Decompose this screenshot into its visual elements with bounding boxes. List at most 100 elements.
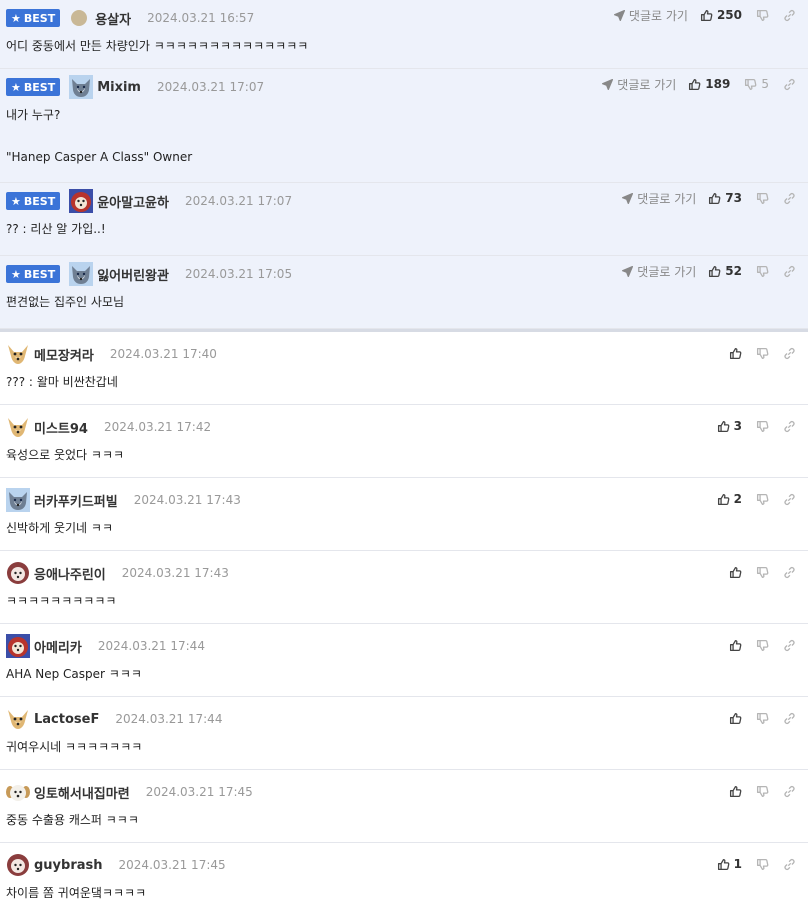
nickname[interactable]: 미스트94 [34, 418, 88, 437]
like-count: 2 [733, 492, 742, 506]
dislike-button[interactable] [756, 785, 769, 798]
send-icon [622, 265, 634, 277]
star-icon: ★ [11, 80, 21, 94]
comment-text: 귀여우시네 ㅋㅋㅋㅋㅋㅋㅋ [6, 740, 143, 754]
reply-link-label: 댓글로 가기 [637, 264, 697, 279]
comment: LactoseF 2024.03.21 17:44 귀여우시네 ㅋㅋㅋㅋㅋㅋㅋ [0, 697, 808, 770]
copy-link-button[interactable] [783, 712, 796, 725]
like-button[interactable]: 2 [717, 492, 742, 506]
nickname[interactable]: 러카푸키드퍼빌 [34, 491, 118, 510]
thumbs-up-icon [729, 639, 742, 651]
comment: 메모장켜라 2024.03.21 17:40 ??? : 왈마 비싼찬갑네 [0, 332, 808, 405]
link-icon [784, 420, 795, 432]
comment: 미스트94 2024.03.21 17:42 3 육성으로 웃었다 ㅋㅋㅋ [0, 405, 808, 478]
thumbs-up-icon [717, 493, 730, 505]
nickname[interactable]: guybrash [34, 858, 103, 873]
like-button[interactable] [729, 639, 742, 652]
comment-header: ★ BEST 잃어버린왕관 2024.03.21 17:05 [6, 262, 293, 286]
best-comment: ★ BEST 잃어버린왕관 2024.03.21 17:05 댓글로 가기 52 편견없는 … [0, 256, 808, 329]
copy-link-button[interactable] [783, 639, 796, 652]
comment-actions: 3 [717, 417, 796, 435]
nickname[interactable]: Mixim [97, 80, 141, 95]
best-badge-label: BEST [23, 267, 56, 281]
like-button[interactable]: 73 [708, 191, 742, 205]
like-button[interactable]: 189 [688, 77, 730, 91]
like-button[interactable] [729, 347, 742, 360]
best-badge: ★ BEST [6, 9, 61, 27]
dislike-button[interactable] [756, 420, 769, 433]
like-button[interactable] [729, 566, 742, 579]
reply-link[interactable]: 댓글로 가기 [621, 263, 696, 280]
nickname[interactable]: 잉토해서내집마련 [34, 783, 130, 802]
like-count: 73 [725, 191, 742, 205]
comment-header: 메모장켜라 2024.03.21 17:40 [6, 343, 217, 365]
dislike-button[interactable]: 5 [744, 77, 769, 91]
dislike-button[interactable] [756, 639, 769, 652]
comment-header: 아메리카 2024.03.21 17:44 [6, 634, 205, 658]
nickname[interactable]: 용살자 [95, 9, 131, 28]
nickname[interactable]: 아메리카 [34, 637, 82, 656]
link-icon [784, 639, 795, 651]
copy-link-button[interactable] [783, 566, 796, 579]
nickname[interactable]: 메모장켜라 [34, 345, 94, 364]
dislike-button[interactable] [756, 265, 769, 278]
comment-text: "Hanep Casper A Class" Owner [6, 150, 193, 164]
dislike-button[interactable] [756, 347, 769, 360]
best-badge: ★ BEST [6, 78, 61, 96]
dislike-button[interactable] [756, 493, 769, 506]
comment: guybrash 2024.03.21 17:45 1 차이름 쫌 귀여운댘ㅋㅋㅋㅋ [0, 843, 808, 915]
copy-link-button[interactable] [783, 192, 796, 205]
link-icon [784, 785, 795, 797]
copy-link-button[interactable] [783, 493, 796, 506]
comment-list: ★ BEST 용살자 2024.03.21 16:57 댓글로 가기 250 어디 중동에서… [0, 0, 808, 915]
reply-link-label: 댓글로 가기 [628, 8, 688, 23]
reply-link[interactable]: 댓글로 가기 [601, 76, 676, 93]
best-comment: ★ BEST 윤아말고윤하 2024.03.21 17:07 댓글로 가기 73 ?? : … [0, 183, 808, 256]
timestamp: 2024.03.21 17:05 [184, 267, 293, 281]
copy-link-button[interactable] [783, 420, 796, 433]
copy-link-button[interactable] [783, 78, 796, 91]
comment-text: 내가 누구? [6, 108, 61, 122]
thumbs-up-icon [709, 265, 721, 277]
nickname[interactable]: 잃어버린왕관 [97, 265, 169, 284]
like-count: 189 [705, 77, 731, 91]
like-button[interactable]: 3 [717, 419, 742, 433]
comment-text: 중동 수출용 캐스퍼 ㅋㅋㅋ [6, 813, 139, 827]
dislike-button[interactable] [756, 858, 769, 871]
avatar [7, 854, 29, 876]
dislike-button[interactable] [756, 192, 769, 205]
copy-link-button[interactable] [783, 785, 796, 798]
comment-actions [729, 636, 796, 654]
thumbs-down-icon [756, 347, 769, 359]
thumbs-up-icon [729, 785, 742, 797]
avatar [8, 710, 28, 729]
comment-header: 러카푸키드퍼빌 2024.03.21 17:43 [6, 488, 241, 512]
timestamp: 2024.03.21 17:43 [133, 493, 241, 507]
copy-link-button[interactable] [783, 858, 796, 871]
dislike-button[interactable] [756, 9, 769, 22]
copy-link-button[interactable] [783, 9, 796, 22]
comment-header: ★ BEST Mixim 2024.03.21 17:07 [6, 75, 264, 99]
dislike-button[interactable] [756, 566, 769, 579]
nickname[interactable]: 윤아말고윤하 [97, 192, 169, 211]
like-button[interactable] [729, 785, 742, 798]
copy-link-button[interactable] [783, 265, 796, 278]
nickname[interactable]: LactoseF [34, 712, 99, 727]
copy-link-button[interactable] [783, 347, 796, 360]
best-badge: ★ BEST [6, 192, 61, 210]
timestamp: 2024.03.21 17:44 [115, 712, 223, 726]
comment-header: 미스트94 2024.03.21 17:42 [6, 416, 211, 438]
reply-link[interactable]: 댓글로 가기 [621, 190, 696, 207]
link-icon [784, 192, 795, 204]
like-button[interactable]: 1 [717, 857, 742, 871]
like-button[interactable]: 52 [708, 264, 742, 278]
dislike-button[interactable] [756, 712, 769, 725]
reply-link[interactable]: 댓글로 가기 [613, 7, 688, 24]
avatar [6, 785, 30, 801]
like-button[interactable] [729, 712, 742, 725]
like-button[interactable]: 250 [700, 8, 742, 22]
link-icon [784, 265, 795, 277]
comment-header: ★ BEST 용살자 2024.03.21 16:57 [6, 7, 254, 29]
thumbs-up-icon [729, 566, 742, 578]
nickname[interactable]: 응애나주린이 [34, 564, 106, 583]
